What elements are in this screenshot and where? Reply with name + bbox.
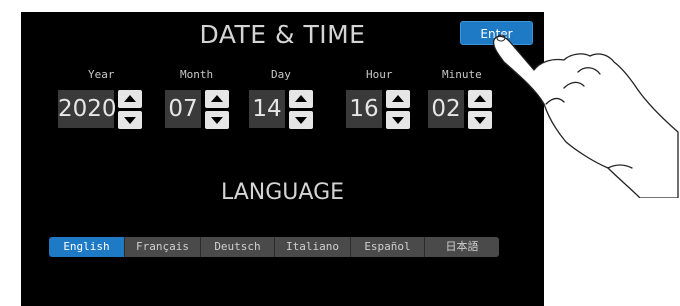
language-option-espanol[interactable]: Español	[351, 237, 425, 257]
year-value[interactable]: 2020	[58, 90, 117, 128]
language-option-francais[interactable]: Français	[125, 237, 201, 257]
year-up-arrow-icon[interactable]	[118, 90, 142, 108]
minute-value[interactable]: 02	[428, 90, 464, 128]
language-option-english[interactable]: English	[49, 237, 125, 257]
pointing-hand-icon	[492, 34, 679, 198]
day-label: Day	[271, 68, 291, 81]
day-value[interactable]: 14	[249, 90, 285, 128]
minute-label: Minute	[442, 68, 482, 81]
minute-down-arrow-icon[interactable]	[468, 111, 492, 129]
hour-value[interactable]: 16	[346, 90, 382, 128]
language-title: LANGUAGE	[220, 180, 345, 205]
hour-up-arrow-icon[interactable]	[386, 90, 410, 108]
day-down-arrow-icon[interactable]	[289, 111, 313, 129]
device-screen: DATE & TIME Enter Year 2020 Month 07 Day…	[21, 12, 544, 306]
language-option-italiano[interactable]: Italiano	[275, 237, 351, 257]
year-down-arrow-icon[interactable]	[118, 111, 142, 129]
month-down-arrow-icon[interactable]	[205, 111, 229, 129]
year-label: Year	[88, 68, 115, 81]
hour-label: Hour	[366, 68, 393, 81]
language-option-japanese[interactable]: 日本語	[425, 237, 499, 257]
day-up-arrow-icon[interactable]	[289, 90, 313, 108]
hour-down-arrow-icon[interactable]	[386, 111, 410, 129]
month-label: Month	[180, 68, 214, 81]
month-up-arrow-icon[interactable]	[205, 90, 229, 108]
month-value[interactable]: 07	[165, 90, 201, 128]
language-option-deutsch[interactable]: Deutsch	[201, 237, 275, 257]
minute-up-arrow-icon[interactable]	[468, 90, 492, 108]
language-selector: English Français Deutsch Italiano Españo…	[49, 237, 499, 257]
